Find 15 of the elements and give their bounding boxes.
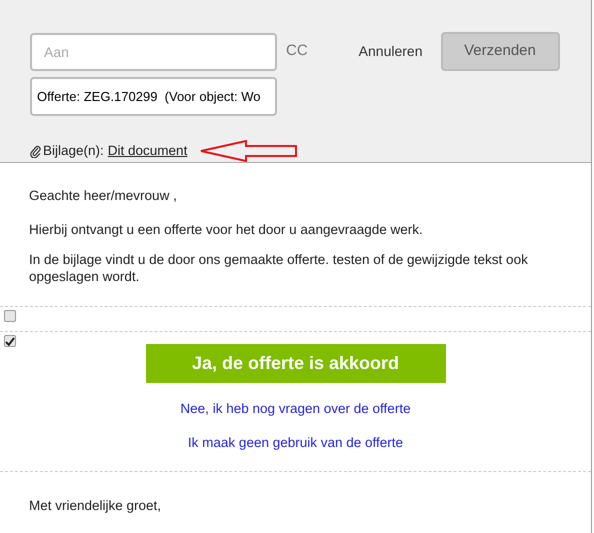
body-paragraph: In de bijlage vindt u de door ons gemaakte offerte. testen of de gewijzigde tekst ook opgeslagen wordt.	[29, 251, 529, 285]
paperclip-icon	[30, 144, 41, 158]
cc-label[interactable]: CC	[286, 40, 308, 63]
section-checkbox[interactable]	[4, 310, 16, 322]
section-checkbox[interactable]	[4, 335, 16, 347]
option-link[interactable]: Nee, ik heb nog vragen over de offerte	[180, 399, 411, 420]
subject-field[interactable]: Offerte: ZEG.170299 (Voor object: Wo	[30, 77, 277, 116]
body-paragraph: Hierbij ontvangt u een offerte voor het door u aangevraagde werk.	[29, 221, 424, 238]
attachment-link[interactable]: Dit document	[108, 140, 188, 162]
greeting-text: Geachte heer/mevrouw ,	[29, 187, 178, 204]
to-field[interactable]: Aan	[30, 32, 277, 70]
cancel-button[interactable]: Annuleren	[358, 41, 422, 62]
closing-text: Met vriendelijke groet,	[29, 496, 162, 515]
option-link[interactable]: Ik maak geen gebruik van de offerte	[188, 433, 404, 454]
attachments-label: Bijlage(n):	[43, 142, 104, 160]
